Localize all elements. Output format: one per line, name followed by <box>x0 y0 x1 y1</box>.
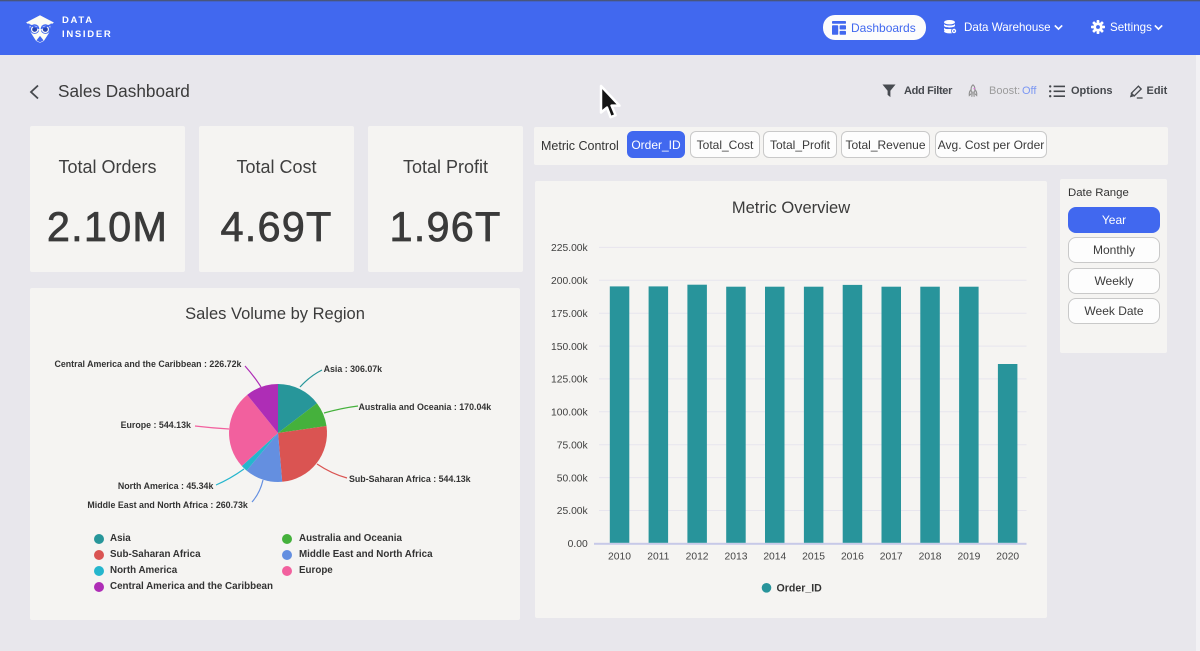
svg-text:2017: 2017 <box>880 552 903 563</box>
svg-text:2015: 2015 <box>802 552 825 563</box>
svg-text:175.00k: 175.00k <box>551 309 588 320</box>
svg-text:225.00k: 225.00k <box>551 243 588 254</box>
svg-text:2011: 2011 <box>647 552 669 563</box>
svg-text:25.00k: 25.00k <box>557 506 589 517</box>
svg-text:2020: 2020 <box>996 552 1019 563</box>
svg-text:75.00k: 75.00k <box>557 440 589 451</box>
svg-text:200.00k: 200.00k <box>551 276 588 287</box>
svg-text:2012: 2012 <box>686 552 709 563</box>
svg-text:2014: 2014 <box>763 552 786 563</box>
svg-text:Order_ID: Order_ID <box>777 583 823 595</box>
svg-text:2018: 2018 <box>919 552 942 563</box>
svg-text:50.00k: 50.00k <box>557 473 589 484</box>
svg-text:150.00k: 150.00k <box>551 342 588 353</box>
svg-text:100.00k: 100.00k <box>551 408 588 419</box>
svg-text:2013: 2013 <box>725 552 748 563</box>
svg-text:2019: 2019 <box>957 552 980 563</box>
svg-text:2010: 2010 <box>608 552 631 563</box>
svg-text:125.00k: 125.00k <box>551 375 588 386</box>
svg-text:2016: 2016 <box>841 552 864 563</box>
svg-text:0.00: 0.00 <box>568 539 588 550</box>
